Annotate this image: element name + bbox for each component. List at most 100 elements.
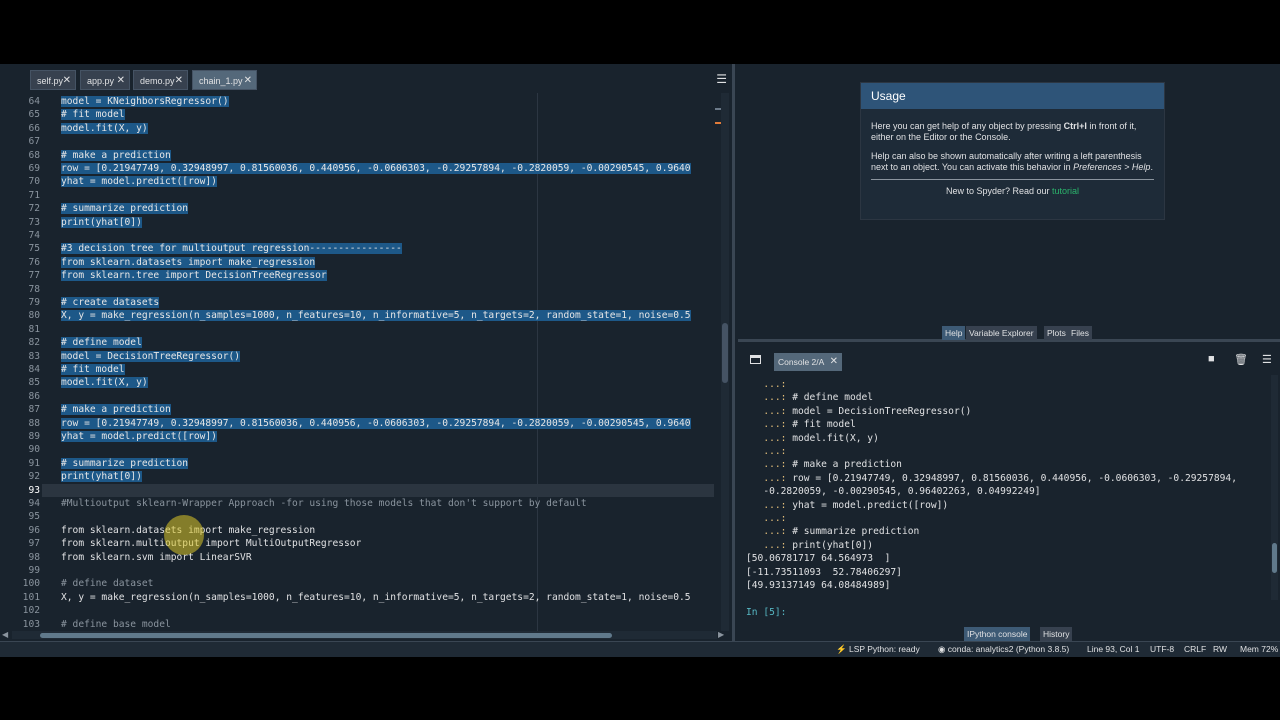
console-text: # make a prediction — [792, 459, 902, 471]
code-line[interactable]: from sklearn.multioutput import MultiOut… — [61, 537, 361, 550]
scroll-right-icon[interactable]: ▶ — [718, 630, 724, 639]
console-text: [49.93137149 64.08484989] — [746, 580, 891, 591]
tab-variable-explorer[interactable]: Variable Explorer — [966, 326, 1037, 340]
code-text: model.fit(X, y) — [61, 122, 148, 134]
tab-help[interactable]: Help — [942, 326, 966, 340]
memory-usage: Mem 72% — [1240, 644, 1279, 654]
line-number: 85 — [28, 377, 40, 389]
line-number: 74 — [28, 230, 40, 241]
tutorial-link[interactable]: tutorial — [1052, 186, 1079, 196]
code-line[interactable]: # make a prediction — [61, 403, 171, 416]
code-line[interactable]: print(yhat[0]) — [61, 470, 142, 483]
hamburger-menu-icon[interactable]: ☰ — [1262, 353, 1272, 366]
code-text: from sklearn.multioutput import MultiOut… — [61, 538, 362, 550]
code-line[interactable]: model.fit(X, y) — [61, 376, 148, 389]
line-number: 64 — [28, 96, 40, 107]
code-line[interactable]: from sklearn.tree import DecisionTreeReg… — [61, 269, 327, 282]
console-text: # summarize prediction — [792, 526, 920, 538]
tab-chain-1-py[interactable]: chain_1.py ✕ — [192, 70, 257, 90]
line-number: 98 — [28, 551, 40, 563]
code-line[interactable]: # define dataset — [61, 577, 153, 590]
tab-demo-py[interactable]: demo.py ✕ — [133, 70, 188, 90]
console-text: [-11.73511093 52.78406297] — [746, 566, 902, 578]
tab-app-py[interactable]: app.py ✕ — [80, 70, 130, 90]
console-text: -0.2820059, -0.00290545, 0.96402263, 0.0… — [746, 486, 1041, 498]
code-line[interactable]: yhat = model.predict([row]) — [61, 430, 217, 443]
scrollbar-thumb[interactable] — [40, 633, 612, 638]
console-prompt: ...: — [746, 392, 793, 404]
editor-vertical-scrollbar[interactable] — [721, 93, 729, 631]
trash-icon[interactable]: 🗑 — [1234, 353, 1248, 366]
code-line[interactable]: row = [0.21947749, 0.32948997, 0.8156003… — [61, 417, 691, 430]
code-line[interactable]: # fit model — [61, 108, 125, 121]
tab-files[interactable]: Files — [1068, 326, 1092, 340]
console-input-prompt[interactable]: In [5]: — [746, 606, 792, 619]
code-line[interactable]: X, y = make_regression(n_samples=1000, n… — [61, 309, 691, 322]
code-line[interactable]: # summarize prediction — [61, 457, 189, 470]
code-text: yhat = model.predict([row]) — [61, 176, 217, 188]
code-text: print(yhat[0]) — [61, 471, 142, 483]
close-icon[interactable]: ✕ — [830, 353, 838, 371]
scrollbar-thumb[interactable] — [1272, 543, 1277, 573]
divider — [871, 179, 1154, 180]
console-prompt: ...: — [746, 513, 793, 524]
code-line[interactable]: # summarize prediction — [61, 202, 189, 215]
code-line[interactable]: model = DecisionTreeRegressor() — [61, 350, 241, 363]
code-line[interactable]: # define base model — [61, 618, 171, 631]
plug-icon: ⚡ — [836, 644, 847, 654]
code-line[interactable]: # define model — [61, 336, 142, 349]
scrollbar-thumb[interactable] — [722, 323, 728, 383]
code-line[interactable]: X, y = make_regression(n_samples=1000, n… — [61, 591, 691, 604]
tab-console-2a[interactable]: Console 2/A ✕ — [774, 353, 842, 371]
line-number: 101 — [22, 591, 40, 603]
close-icon[interactable]: ✕ — [63, 71, 71, 91]
console-scrollbar[interactable] — [1271, 375, 1278, 600]
code-line[interactable]: row = [0.21947749, 0.32948997, 0.8156003… — [61, 162, 691, 175]
code-line[interactable]: from sklearn.svm import LinearSVR — [61, 551, 252, 564]
line-number: 96 — [28, 524, 40, 536]
editor-horizontal-scrollbar[interactable] — [12, 631, 717, 639]
line-number: 91 — [28, 457, 40, 469]
code-line[interactable]: # fit model — [61, 363, 125, 376]
hamburger-menu-icon[interactable]: ☰ — [716, 72, 727, 86]
code-line[interactable]: # create datasets — [61, 296, 160, 309]
encoding: UTF-8 — [1150, 644, 1175, 654]
code-area[interactable]: 64 model = KNeighborsRegressor() 65 # fit m… — [0, 93, 730, 631]
code-text: model.fit(X, y) — [61, 377, 148, 389]
cursor-position: Line 93, Col 1 — [1087, 644, 1140, 654]
code-text: # summarize prediction — [61, 457, 189, 469]
console-prompt: ...: — [746, 432, 793, 444]
line-number: 68 — [28, 149, 40, 161]
close-icon[interactable]: ✕ — [244, 71, 252, 91]
console-text: model.fit(X, y) — [792, 432, 879, 444]
code-line[interactable]: from sklearn.datasets import make_regres… — [61, 256, 316, 269]
code-line[interactable]: #3 decision tree for multioutput regress… — [61, 242, 402, 255]
console-line: ...: yhat = model.predict([row]) — [746, 499, 948, 512]
close-icon[interactable]: ✕ — [175, 71, 183, 91]
tab-ipython-console[interactable]: IPython console — [964, 627, 1031, 641]
line-number: 87 — [28, 404, 40, 416]
code-line[interactable]: #Multioutput sklearn-Wrapper Approach -f… — [61, 497, 587, 510]
code-line[interactable]: print(yhat[0]) — [61, 216, 142, 229]
code-line[interactable]: model = KNeighborsRegressor() — [61, 95, 229, 108]
tab-self-py[interactable]: self.py ✕ — [30, 70, 76, 90]
scroll-marker — [715, 108, 721, 110]
scroll-left-icon[interactable]: ◀ — [2, 630, 8, 639]
console-line: [49.93137149 64.08484989] — [746, 579, 890, 592]
line-number: 82 — [28, 337, 40, 349]
console-line: ...: row = [0.21947749, 0.32948997, 0.81… — [746, 472, 1237, 485]
close-icon[interactable]: ✕ — [117, 71, 125, 91]
tab-plots[interactable]: Plots — [1044, 326, 1069, 340]
console-prompt: ...: — [746, 539, 793, 551]
tab-history[interactable]: History — [1040, 627, 1073, 641]
code-text: # fit model — [61, 364, 125, 375]
stop-icon[interactable]: ■ — [1208, 353, 1215, 365]
console-prompt: ...: — [746, 446, 793, 457]
line-number: 70 — [28, 176, 40, 188]
status-bar: ⚡ LSP Python: ready ◉ conda: analytics2 … — [0, 641, 1280, 657]
code-line[interactable]: yhat = model.predict([row]) — [61, 175, 217, 188]
code-line[interactable]: # make a prediction — [61, 149, 171, 162]
console-prompt: ...: — [746, 472, 793, 484]
code-line[interactable]: model.fit(X, y) — [61, 122, 148, 135]
line-number: 86 — [28, 390, 40, 402]
